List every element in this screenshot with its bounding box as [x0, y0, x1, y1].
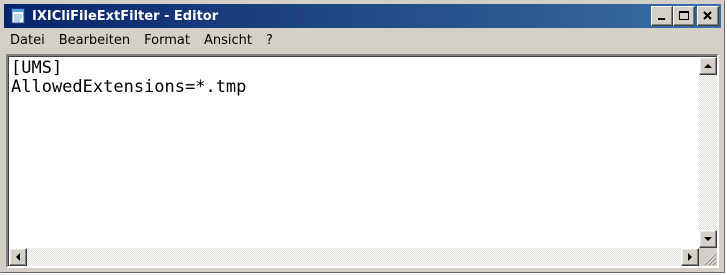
- arrow-down-icon: [704, 237, 712, 241]
- text-line: AllowedExtensions=*.tmp: [11, 77, 247, 97]
- scroll-down-button[interactable]: [699, 230, 717, 248]
- editor-window: IXICliFileExtFilter - Editor Datei Bearb…: [0, 0, 725, 273]
- menu-item-format[interactable]: Format: [137, 31, 197, 51]
- arrow-right-icon: [688, 253, 692, 261]
- scroll-right-button[interactable]: [681, 248, 699, 266]
- window-title: IXICliFileExtFilter - Editor: [32, 8, 219, 24]
- size-grip[interactable]: [699, 248, 717, 266]
- menu-item-bearbeiten[interactable]: Bearbeiten: [52, 31, 137, 51]
- menu-bar: Datei Bearbeiten Format Ansicht ?: [4, 30, 721, 52]
- text-line: [UMS]: [11, 58, 63, 78]
- close-button[interactable]: [697, 6, 719, 26]
- scroll-left-button[interactable]: [9, 248, 27, 266]
- menu-item-datei[interactable]: Datei: [4, 31, 52, 51]
- menu-item-help[interactable]: ?: [259, 31, 280, 51]
- minimize-icon: [658, 18, 665, 20]
- close-icon: [703, 11, 712, 20]
- maximize-button[interactable]: [673, 6, 695, 26]
- editor-frame: [UMS] AllowedExtensions=*.tmp: [6, 54, 719, 268]
- notepad-icon[interactable]: [9, 7, 27, 25]
- window-controls: [651, 6, 719, 26]
- scroll-up-button[interactable]: [699, 57, 717, 75]
- size-grip-icon: [704, 253, 717, 266]
- title-bar[interactable]: IXICliFileExtFilter - Editor: [4, 4, 721, 28]
- text-editor[interactable]: [UMS] AllowedExtensions=*.tmp: [9, 57, 699, 248]
- arrow-up-icon: [704, 64, 712, 68]
- menu-item-ansicht[interactable]: Ansicht: [197, 31, 259, 51]
- vertical-scrollbar[interactable]: [699, 57, 717, 248]
- arrow-left-icon: [16, 253, 20, 261]
- minimize-button[interactable]: [651, 6, 673, 26]
- horizontal-scrollbar[interactable]: [9, 248, 699, 266]
- maximize-icon: [679, 11, 689, 20]
